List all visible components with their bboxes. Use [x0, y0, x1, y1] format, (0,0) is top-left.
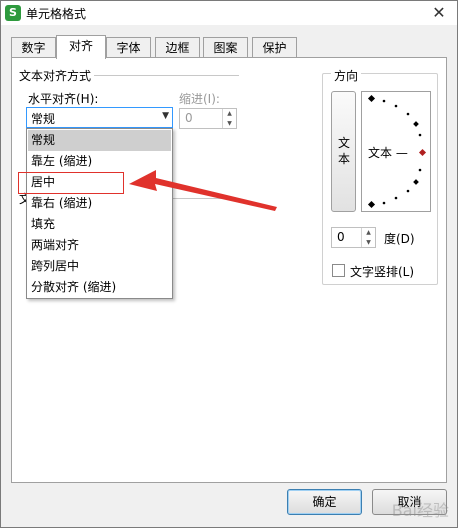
option-justify[interactable]: 两端对齐 [28, 235, 171, 256]
dialog-title: 单元格格式 [26, 7, 87, 21]
wps-spreadsheet-icon: S [5, 5, 21, 21]
format-cells-dialog: S 单元格格式 ✕ 数字 对齐 字体 边框 图案 保护 文本对齐方式 水平对齐(… [0, 0, 458, 528]
dial-text-label: 文本 — [368, 146, 408, 160]
option-left-indent[interactable]: 靠左 (缩进) [28, 151, 171, 172]
horizontal-align-value: 常规 [31, 112, 56, 126]
dial-lower-marker [413, 179, 419, 185]
indent-label: 缩进(I): [179, 92, 220, 106]
horizontal-align-select[interactable]: 常规 ▼ [26, 107, 173, 128]
tab-protection[interactable]: 保护 [252, 37, 297, 58]
tab-font[interactable]: 字体 [106, 37, 151, 58]
option-distributed-indent[interactable]: 分散对齐 (缩进) [28, 277, 171, 298]
option-right-indent[interactable]: 靠右 (缩进) [28, 193, 171, 214]
degree-value: 0 [337, 230, 345, 244]
dial-bottom-marker [367, 200, 376, 209]
alignment-group-title: 文本对齐方式 [19, 67, 95, 84]
orientation-group-title: 方向 [331, 67, 362, 84]
chevron-down-icon[interactable]: ▼ [162, 111, 169, 121]
indent-spin-buttons: ▲ ▼ [222, 109, 236, 128]
tab-pattern[interactable]: 图案 [203, 37, 248, 58]
spin-up-icon[interactable]: ▲ [362, 228, 375, 238]
title-bar: S 单元格格式 ✕ [1, 1, 457, 25]
spin-up-icon[interactable]: ▲ [223, 109, 236, 119]
vertical-text-checkbox-label: 文字竖排(L) [350, 265, 415, 279]
watermark-text: Bai经验 [391, 501, 449, 520]
option-general[interactable]: 常规 [28, 130, 171, 151]
option-center-across[interactable]: 跨列居中 [28, 256, 171, 277]
degree-spin-buttons: ▲ ▼ [361, 228, 375, 247]
vertical-text-label: 文 本 [337, 136, 350, 166]
close-icon[interactable]: ✕ [429, 3, 449, 23]
orientation-dial[interactable]: 文本 — [361, 91, 431, 212]
tab-border[interactable]: 边框 [155, 37, 200, 58]
degree-label: 度(D) [384, 232, 415, 246]
spin-down-icon[interactable]: ▼ [362, 238, 375, 248]
spin-down-icon[interactable]: ▼ [223, 119, 236, 129]
ok-button[interactable]: 确定 [287, 489, 362, 515]
degree-stepper[interactable]: 0 ▲ ▼ [331, 227, 376, 248]
dial-current-marker [418, 148, 427, 157]
hidden-group-divider [173, 198, 239, 199]
horizontal-align-label: 水平对齐(H): [28, 92, 99, 106]
center-option-highlight [18, 172, 124, 194]
vertical-text-button[interactable]: 文 本 [331, 91, 356, 212]
indent-value: 0 [185, 111, 193, 125]
indent-stepper[interactable]: 0 ▲ ▼ [179, 108, 237, 129]
vertical-text-checkbox[interactable] [332, 264, 345, 277]
dial-top-marker [367, 94, 376, 103]
tab-alignment[interactable]: 对齐 [56, 35, 106, 59]
dial-upper-marker [413, 121, 419, 127]
horizontal-align-dropdown: 常规 靠左 (缩进) 居中 靠右 (缩进) 填充 两端对齐 跨列居中 分散对齐 … [26, 128, 173, 299]
option-fill[interactable]: 填充 [28, 214, 171, 235]
tab-number[interactable]: 数字 [11, 37, 56, 58]
